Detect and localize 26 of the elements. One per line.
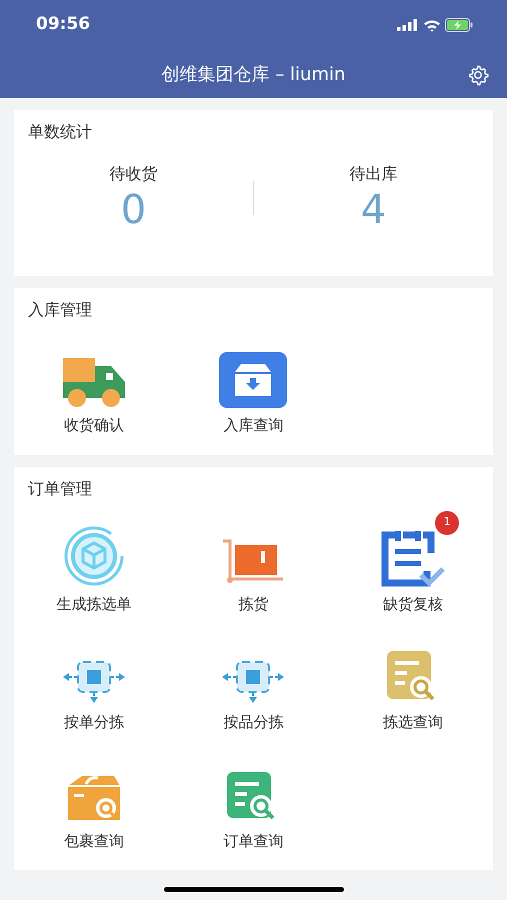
stat-label: 待出库 (350, 163, 398, 185)
settings-icon[interactable] (467, 64, 489, 86)
menu-label[interactable]: 按品分拣 (223, 711, 284, 734)
menu-label[interactable]: 生成拣选单 (56, 592, 132, 615)
box-ring-icon[interactable] (62, 524, 125, 586)
section-title: 入库管理 (27, 299, 93, 321)
menu-label[interactable]: 拣选查询 (383, 711, 444, 734)
header-title: 创维集团仓库 – liumin (162, 62, 346, 86)
stat-label: 待收货 (110, 163, 158, 185)
inbox-icon[interactable] (219, 352, 288, 408)
count-badge: 1 (435, 510, 460, 534)
menu-label[interactable]: 包裹查询 (64, 830, 124, 852)
wifi-icon (423, 18, 441, 32)
battery-icon (445, 18, 473, 32)
truck-icon[interactable] (60, 356, 127, 408)
section-title: 订单管理 (27, 478, 93, 500)
menu-label[interactable]: 按单分拣 (64, 711, 124, 734)
menu-label[interactable]: 入库查询 (223, 414, 284, 436)
checklist-icon[interactable] (381, 528, 446, 586)
menu-label[interactable]: 缺货复核 (383, 592, 444, 615)
status-time: 09:56 (36, 13, 90, 36)
section-title: 单数统计 (27, 121, 93, 143)
signal-icon (397, 19, 419, 31)
menu-label[interactable]: 订单查询 (223, 830, 284, 852)
menu-label[interactable]: 收货确认 (64, 414, 124, 436)
menu-label[interactable]: 拣货 (238, 592, 268, 615)
